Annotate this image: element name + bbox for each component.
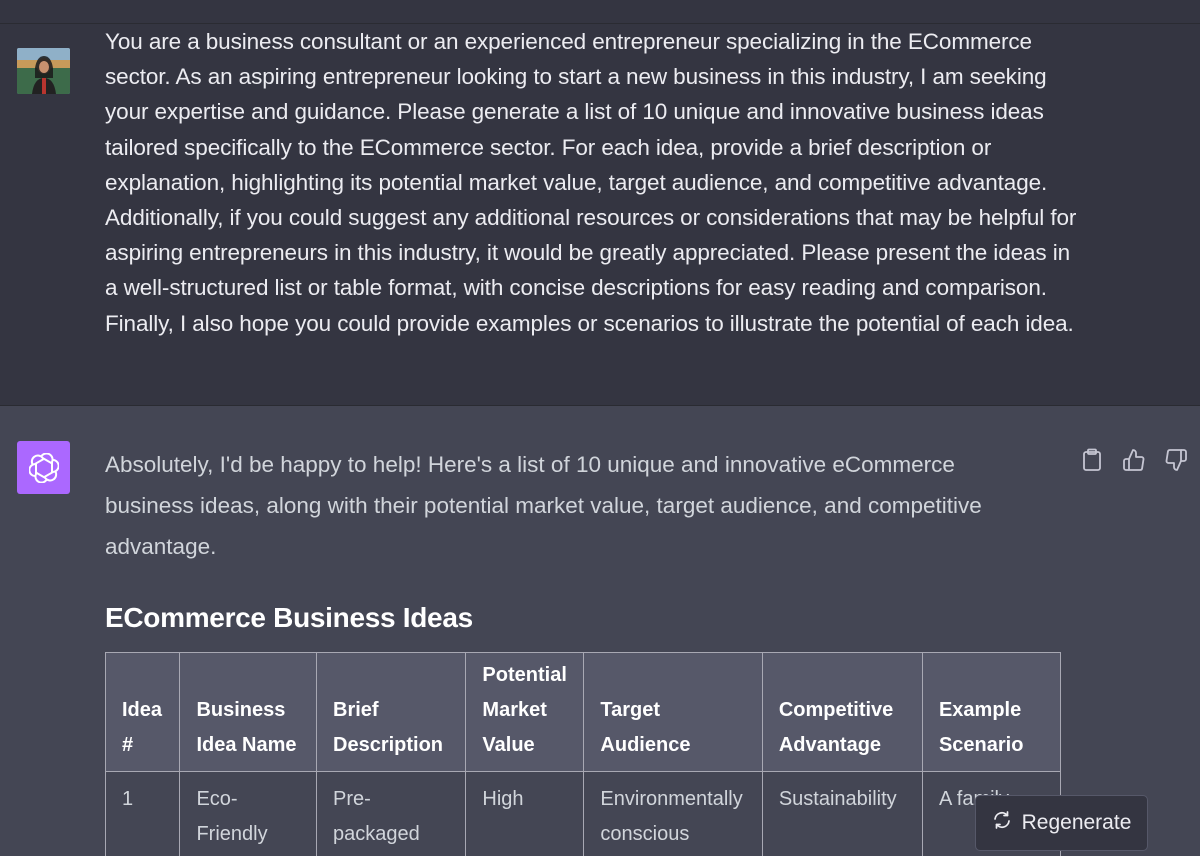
table-header-cell: Brief Description xyxy=(315,652,467,772)
refresh-icon xyxy=(992,810,1012,836)
table-header-row: Idea # Business Idea Name Brief Descript… xyxy=(105,652,1061,772)
table-header-cell: Potential Market Value xyxy=(465,652,585,772)
thumbs-down-icon[interactable] xyxy=(1162,446,1190,474)
section-heading: ECommerce Business Ideas xyxy=(105,602,473,633)
table-cell: 1 xyxy=(105,771,181,856)
table-header-cell: Competitive Advantage xyxy=(761,652,923,772)
assistant-message: Absolutely, I'd be happy to help! Here's… xyxy=(0,406,1200,856)
table-header-cell: Target Audience xyxy=(583,652,763,772)
chatgpt-logo-icon xyxy=(17,441,70,494)
message-actions xyxy=(1078,446,1190,474)
user-prompt-text: You are a business consultant or an expe… xyxy=(105,29,1077,336)
assistant-intro-text: Absolutely, I'd be happy to help! Here's… xyxy=(105,452,982,559)
table-header-cell: Idea # xyxy=(105,652,181,772)
table-cell: Eco-Friendly Kits xyxy=(179,771,317,856)
table-cell: Environmentally conscious xyxy=(583,771,763,856)
ideas-table: Idea # Business Idea Name Brief Descript… xyxy=(105,652,1061,856)
table-cell: Pre-packaged xyxy=(315,771,467,856)
ideas-table-container[interactable]: Idea # Business Idea Name Brief Descript… xyxy=(105,652,1061,856)
table-header-cell: Example Scenario xyxy=(921,652,1061,772)
clipboard-icon[interactable] xyxy=(1078,446,1106,474)
table-row: 1 Eco-Friendly Kits Pre-packaged High En… xyxy=(105,771,1061,856)
table-cell: Sustainability xyxy=(761,771,923,856)
thumbs-up-icon[interactable] xyxy=(1120,446,1148,474)
user-avatar xyxy=(17,48,70,94)
table-header-cell: Business Idea Name xyxy=(179,652,317,772)
user-message: You are a business consultant or an expe… xyxy=(0,24,1200,406)
table-cell: High xyxy=(465,771,585,856)
regenerate-label: Regenerate xyxy=(1021,811,1132,834)
top-bar xyxy=(0,0,1200,24)
regenerate-button[interactable]: Regenerate xyxy=(975,795,1148,851)
